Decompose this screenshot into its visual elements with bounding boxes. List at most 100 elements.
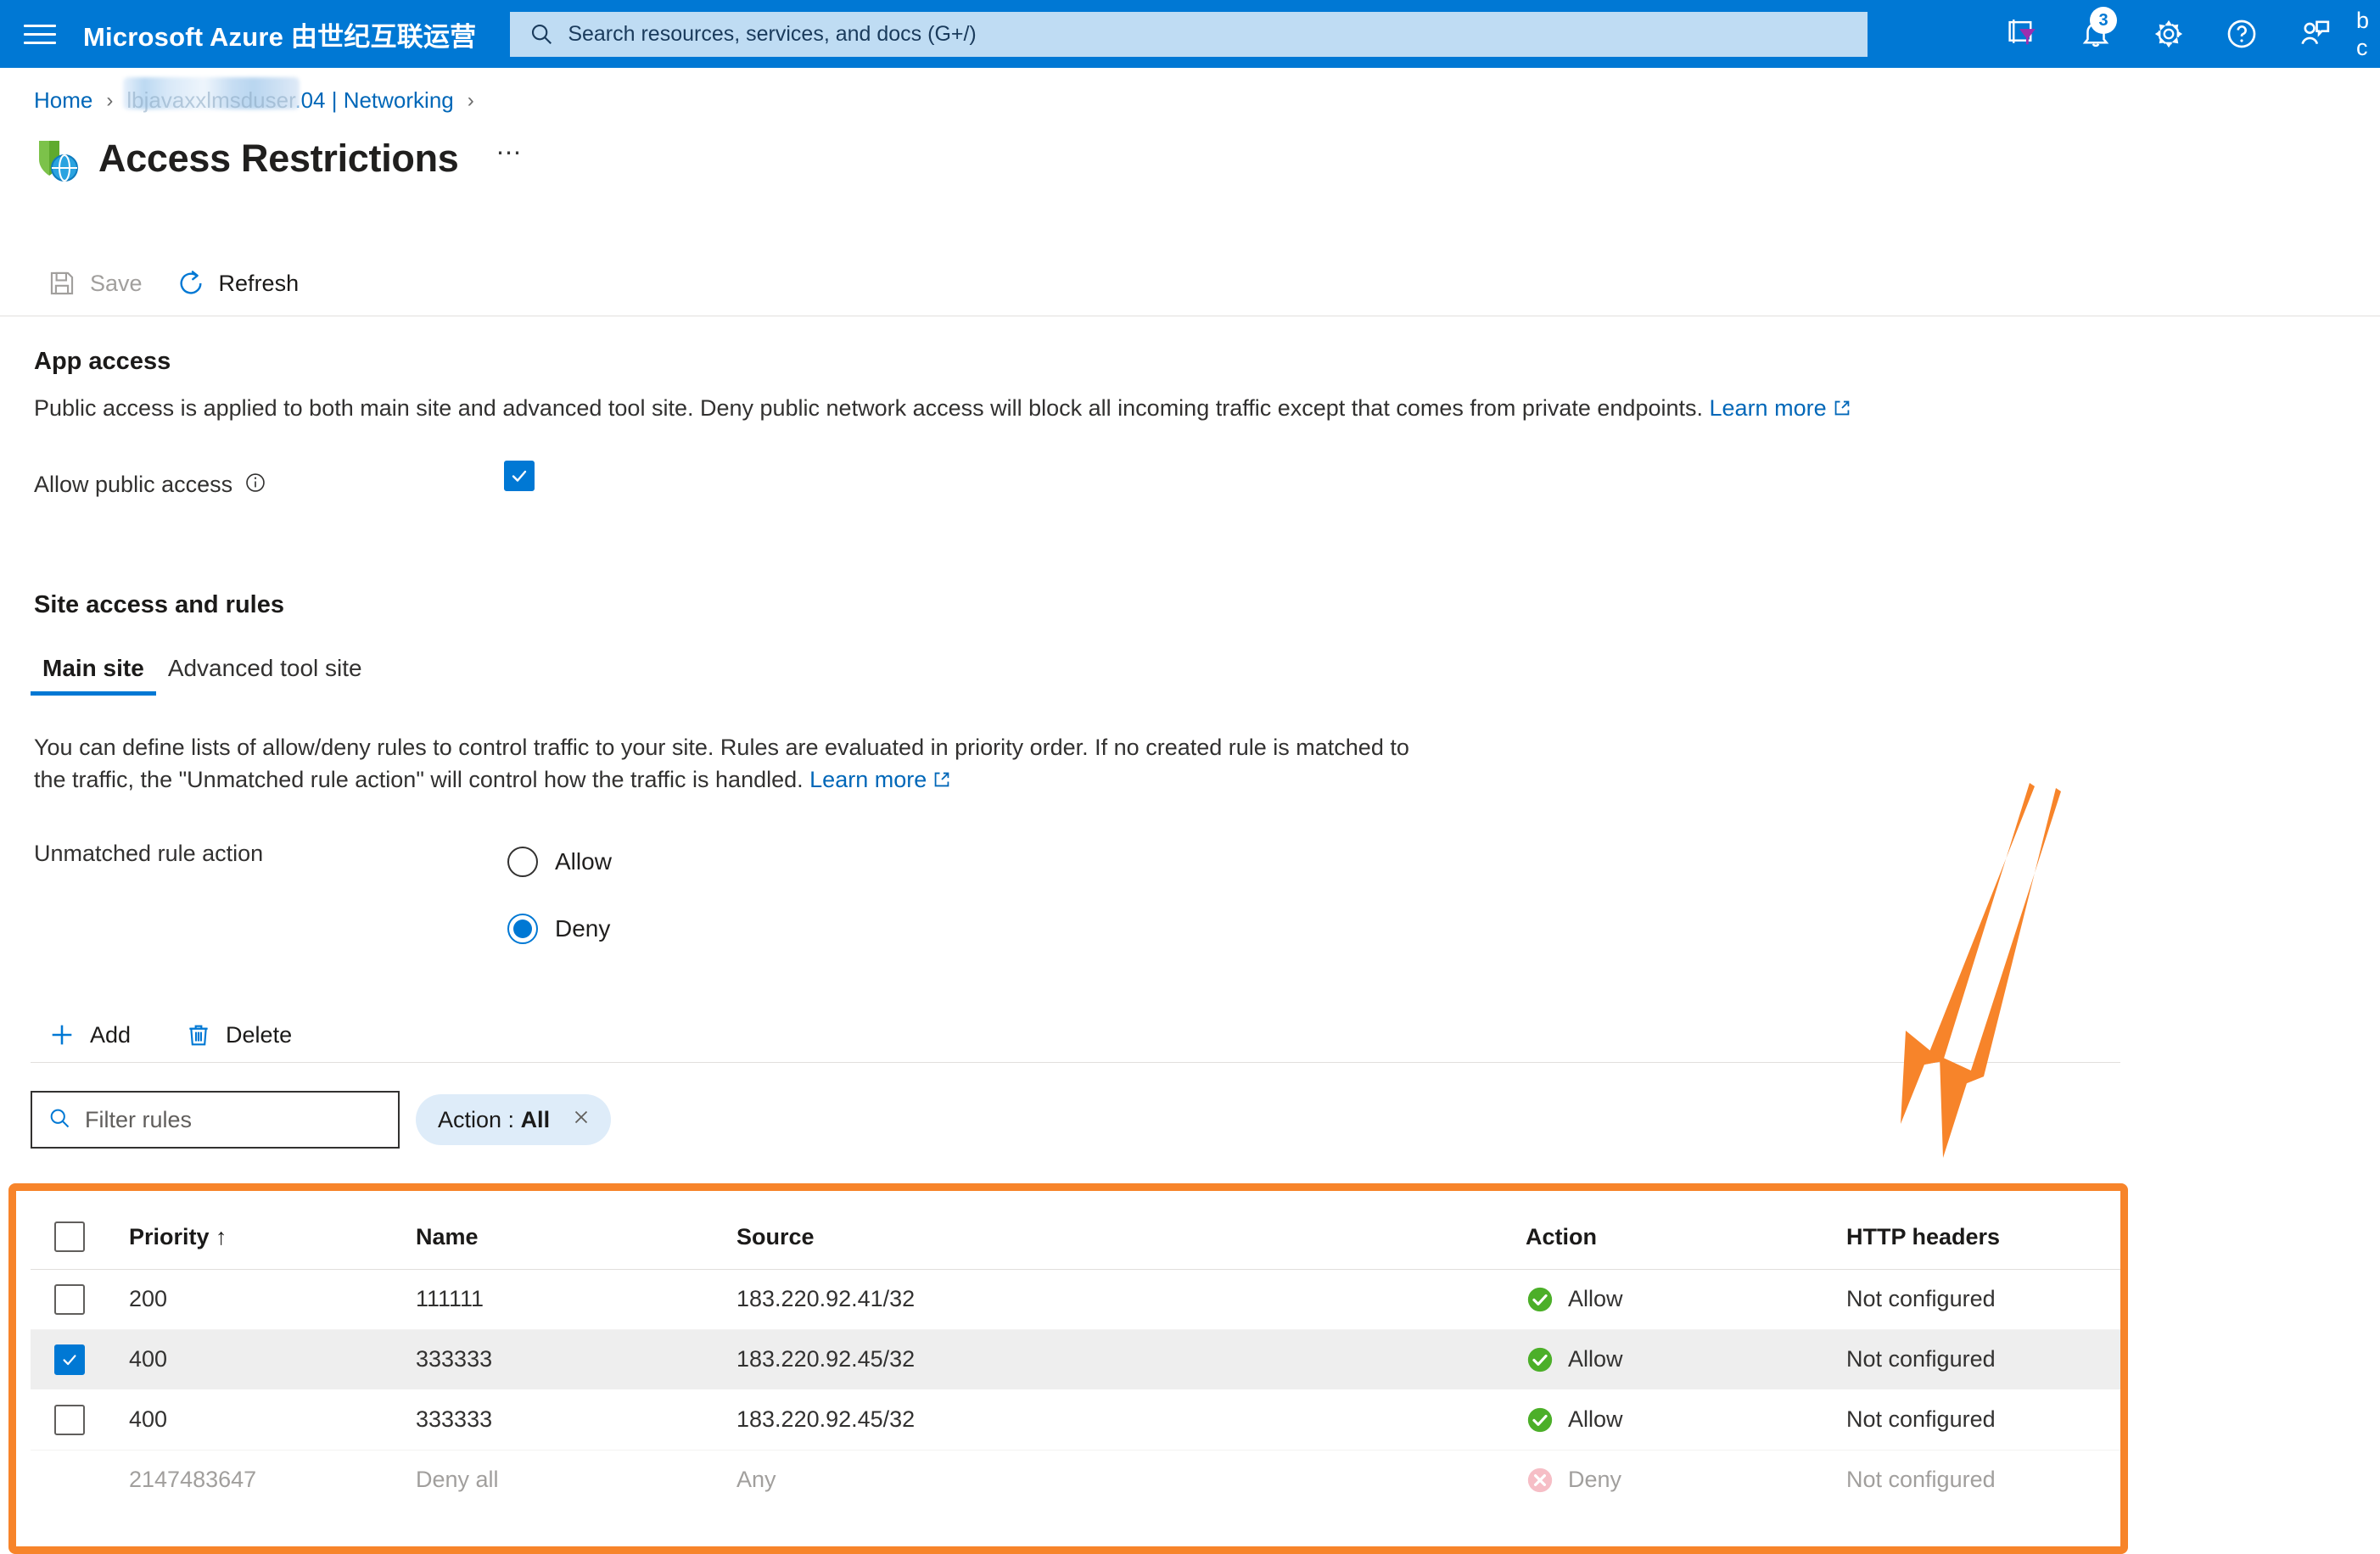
column-header-name[interactable]: Name: [416, 1224, 736, 1250]
refresh-button-label: Refresh: [219, 271, 300, 297]
add-rule-label: Add: [90, 1022, 131, 1048]
rules-toolbar: Add Delete: [48, 1009, 326, 1060]
x-circle-red-icon: [1526, 1466, 1554, 1495]
breadcrumb-resource-link[interactable]: lbjavaxxlmsduser.04 | Networking: [126, 87, 453, 114]
row-checkbox[interactable]: [54, 1284, 85, 1315]
more-options-button[interactable]: ⋯: [496, 138, 524, 180]
radio-circle-icon: [507, 847, 538, 877]
cell-priority: 200: [95, 1286, 416, 1312]
column-header-priority[interactable]: Priority ↑: [95, 1224, 416, 1250]
cell-priority: 2147483647: [95, 1467, 416, 1493]
page-header: Access Restrictions ⋯: [31, 134, 524, 183]
unmatched-rule-allow-radio[interactable]: Allow: [507, 847, 612, 877]
site-access-heading: Site access and rules: [34, 591, 284, 619]
cell-http-headers: Not configured: [1846, 1286, 2120, 1312]
cell-action-label: Allow: [1568, 1346, 1623, 1372]
unmatched-rule-action-label: Unmatched rule action: [34, 837, 263, 869]
hamburger-icon[interactable]: [24, 21, 56, 47]
row-checkbox[interactable]: [54, 1344, 85, 1375]
table-row[interactable]: 200 111111 183.220.92.41/32 Allow Not co…: [31, 1269, 2120, 1329]
cell-action: Allow: [1526, 1406, 1846, 1434]
action-filter-pill-text: Action : All: [438, 1107, 550, 1133]
app-access-description-text: Public access is applied to both main si…: [34, 395, 1703, 421]
check-circle-green-icon: [1526, 1345, 1554, 1374]
search-icon: [529, 21, 554, 47]
allow-public-access-label: Allow public access: [34, 468, 232, 500]
tab-advanced-tool-site[interactable]: Advanced tool site: [156, 651, 374, 696]
global-search-input[interactable]: Search resources, services, and docs (G+…: [510, 12, 1868, 57]
table-row: 2147483647 Deny all Any Deny Not configu…: [31, 1450, 2120, 1510]
select-all-checkbox[interactable]: [54, 1221, 85, 1252]
add-rule-button[interactable]: Add: [48, 1009, 134, 1060]
notification-count-badge: 3: [2090, 7, 2117, 34]
cell-action-label: Allow: [1568, 1406, 1623, 1433]
site-access-tabs: Main site Advanced tool site: [31, 651, 374, 696]
action-filter-value: All: [521, 1107, 551, 1132]
breadcrumb-home-link[interactable]: Home: [34, 87, 92, 114]
cloud-shell-icon[interactable]: [1986, 0, 2059, 68]
search-icon: [48, 1106, 71, 1134]
table-header-divider: [31, 1269, 2120, 1270]
help-question-icon[interactable]: [2205, 0, 2278, 68]
cell-http-headers: Not configured: [1846, 1406, 2120, 1433]
filter-rules-placeholder: Filter rules: [85, 1107, 192, 1133]
select-all-cell: [31, 1221, 95, 1252]
save-button-label: Save: [90, 271, 143, 297]
annotation-arrow-right: [1940, 788, 2061, 1158]
row-select-cell: [31, 1405, 95, 1435]
cell-action-label: Allow: [1568, 1286, 1623, 1312]
tab-main-site[interactable]: Main site: [31, 651, 156, 696]
settings-gear-icon[interactable]: [2132, 0, 2205, 68]
table-row[interactable]: 400 333333 183.220.92.45/32 Allow Not co…: [31, 1389, 2120, 1450]
breadcrumb: Home › lbjavaxxlmsduser.04 | Networking …: [34, 87, 488, 114]
allow-public-access-row: Allow public access: [34, 468, 266, 500]
annotation-arrow-left: [1901, 783, 2035, 1124]
radio-circle-selected-icon: [507, 914, 538, 944]
sort-ascending-icon: ↑: [216, 1224, 227, 1249]
save-button[interactable]: Save: [48, 258, 146, 309]
azure-top-bar: Microsoft Azure 由世纪互联运营 Search resources…: [0, 0, 2380, 68]
feedback-person-icon[interactable]: [2278, 0, 2351, 68]
breadcrumb-resource-suffix: .04 | Networking: [294, 87, 453, 113]
column-header-source[interactable]: Source: [736, 1224, 1526, 1250]
action-filter-pill[interactable]: Action : All: [416, 1094, 611, 1145]
rules-table: Priority ↑ Name Source Action HTTP heade…: [31, 1205, 2120, 1510]
external-link-icon: [932, 765, 951, 797]
notifications-bell-icon[interactable]: 3: [2059, 0, 2132, 68]
row-select-cell: [31, 1344, 95, 1375]
cell-source: 183.220.92.45/32: [736, 1346, 1526, 1372]
azure-brand-title[interactable]: Microsoft Azure 由世纪互联运营: [83, 15, 476, 53]
external-link-icon: [1833, 394, 1851, 426]
site-access-learn-more-link[interactable]: Learn more: [809, 767, 927, 792]
cell-action-label: Deny: [1568, 1467, 1621, 1493]
column-header-http-headers[interactable]: HTTP headers: [1846, 1224, 2120, 1250]
check-circle-green-icon: [1526, 1285, 1554, 1314]
table-row-divider: [31, 1329, 2120, 1330]
cell-name: Deny all: [416, 1467, 736, 1493]
rules-toolbar-divider: [31, 1062, 2120, 1063]
account-name-truncated[interactable]: bc: [2356, 7, 2380, 61]
delete-rule-button[interactable]: Delete: [185, 1009, 295, 1060]
info-circle-icon[interactable]: [244, 472, 266, 498]
unmatched-rule-allow-label: Allow: [555, 848, 612, 875]
topbar-icon-group: 3 bc: [1986, 0, 2380, 68]
cell-priority: 400: [95, 1346, 416, 1372]
cell-priority: 400: [95, 1406, 416, 1433]
cell-source: Any: [736, 1467, 1526, 1493]
filter-rules-input[interactable]: Filter rules: [31, 1091, 400, 1149]
column-header-action[interactable]: Action: [1526, 1224, 1846, 1250]
cell-action: Deny: [1526, 1466, 1846, 1495]
unmatched-rule-deny-radio[interactable]: Deny: [507, 914, 610, 944]
row-select-cell: [31, 1284, 95, 1315]
row-checkbox[interactable]: [54, 1405, 85, 1435]
close-x-icon[interactable]: [570, 1106, 592, 1133]
app-access-heading: App access: [34, 348, 171, 376]
breadcrumb-separator-2: ›: [468, 89, 474, 113]
table-row[interactable]: 400 333333 183.220.92.45/32 Allow Not co…: [31, 1329, 2120, 1389]
cell-name: 333333: [416, 1346, 736, 1372]
cell-name: 111111: [416, 1286, 736, 1312]
refresh-button[interactable]: Refresh: [176, 258, 303, 309]
app-access-learn-more-link[interactable]: Learn more: [1710, 395, 1827, 421]
allow-public-access-checkbox[interactable]: [504, 461, 535, 491]
cell-http-headers: Not configured: [1846, 1467, 2120, 1493]
